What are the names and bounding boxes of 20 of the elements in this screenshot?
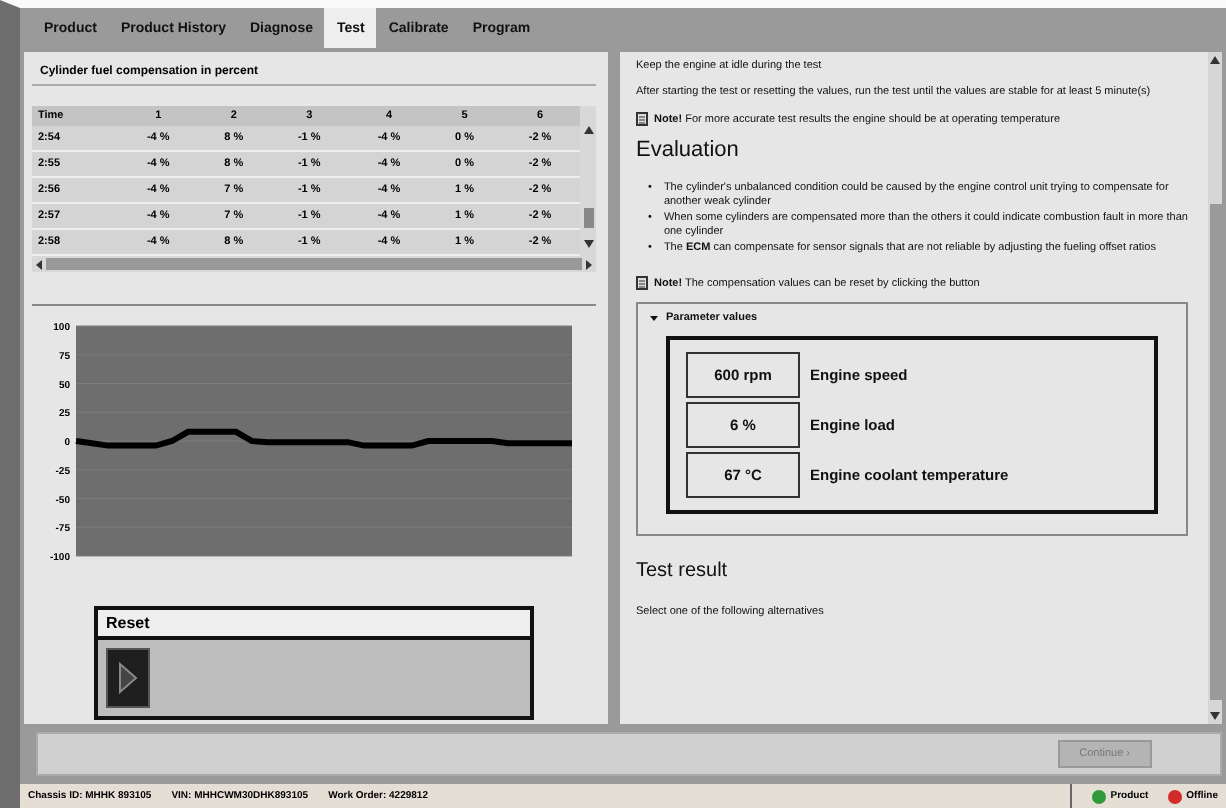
scroll-down-icon[interactable] [583,240,593,248]
scroll-thumb[interactable] [583,207,593,227]
reset-title: Reset [98,610,530,640]
scroll-down-icon[interactable] [1210,712,1220,720]
scroll-up-icon[interactable] [1210,56,1220,64]
scroll-left-icon[interactable] [36,259,42,269]
section-heading: Evaluation [636,138,741,162]
scroll-up-icon[interactable] [583,126,593,134]
scroll-thumb[interactable] [1209,204,1221,700]
play-button[interactable] [106,648,150,708]
scroll-right-icon[interactable] [586,259,592,269]
scroll-thumb[interactable] [46,258,582,270]
vertical-scrollbar[interactable] [1208,52,1222,724]
note-icon [636,276,648,291]
section-heading: Test result [636,560,730,583]
caret-icon[interactable] [650,314,658,323]
note-icon [636,112,648,126]
horizontal-scrollbar[interactable] [32,256,596,272]
vertical-scrollbar[interactable] [580,106,596,256]
play-icon [118,662,138,694]
